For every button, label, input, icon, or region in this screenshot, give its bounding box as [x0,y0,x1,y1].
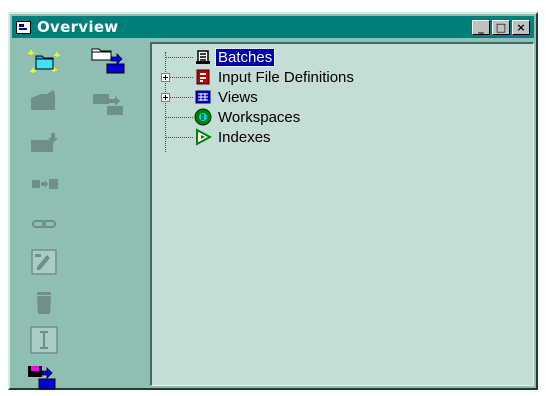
tree-item-label: Input File Definitions [218,68,354,86]
minimize-button[interactable]: _ [472,19,490,35]
tree-item-label: Workspaces [218,108,301,126]
folder-back-icon [31,90,55,110]
tree-item-batches[interactable]: Batches [194,47,276,67]
title-bar[interactable]: Overview _ □ × [12,16,534,38]
expand-views[interactable] [161,93,170,102]
link-tool[interactable] [24,208,64,240]
transfer-tool[interactable] [24,168,64,200]
download-tool[interactable] [24,128,64,160]
folder-down-icon [31,133,58,152]
new-batch-tool[interactable] [24,44,64,76]
tree-item-views[interactable]: Views [194,87,260,107]
overview-window: Overview _ □ × Batches Input File Defini… [8,12,538,390]
tree-item-label: Indexes [218,128,271,146]
export-tool[interactable] [24,362,64,394]
tree-connector [165,117,193,118]
move-right-tool[interactable] [88,86,128,118]
tree-connector [165,137,193,138]
overview-toolbar [14,42,146,390]
window-icon[interactable] [16,20,31,34]
folder-forward-icon [93,94,123,115]
scroll-icon [196,50,210,64]
table-view-icon [195,90,211,104]
transfer-icon [32,179,58,189]
expand-input-file-definitions[interactable] [161,73,170,82]
edit-tool[interactable] [24,246,64,278]
tree-view[interactable]: Batches Input File Definitions Views Wor… [150,42,534,386]
file-def-icon [196,69,210,85]
open-batch-tool[interactable] [88,44,128,76]
tree-connector [170,77,193,78]
folder-export-icon [91,48,125,74]
window-controls: _ □ × [472,19,530,35]
tree-item-input-file-definitions[interactable]: Input File Definitions [194,67,356,87]
play-index-icon [196,128,212,146]
new-folder-sparkle-icon [28,50,60,73]
text-cursor-icon [30,326,58,354]
tree-item-workspaces[interactable]: Workspaces [194,107,302,127]
disk-export-icon [28,366,56,390]
tree-item-label: Views [218,88,258,106]
maximize-button[interactable]: □ [492,19,510,35]
tree-connector [165,57,193,58]
chain-link-icon [32,220,56,228]
text-tool[interactable] [24,324,64,356]
tree-item-label: Batches [214,47,276,67]
window-title: Overview [37,18,119,36]
close-button[interactable]: × [512,19,530,35]
edit-form-icon [31,249,57,275]
move-left-tool[interactable] [24,86,64,118]
tree-connector [170,97,193,98]
globe-icon [194,108,212,126]
tree-item-indexes[interactable]: Indexes [194,127,273,147]
trash-icon [37,292,51,314]
delete-tool[interactable] [24,286,64,318]
